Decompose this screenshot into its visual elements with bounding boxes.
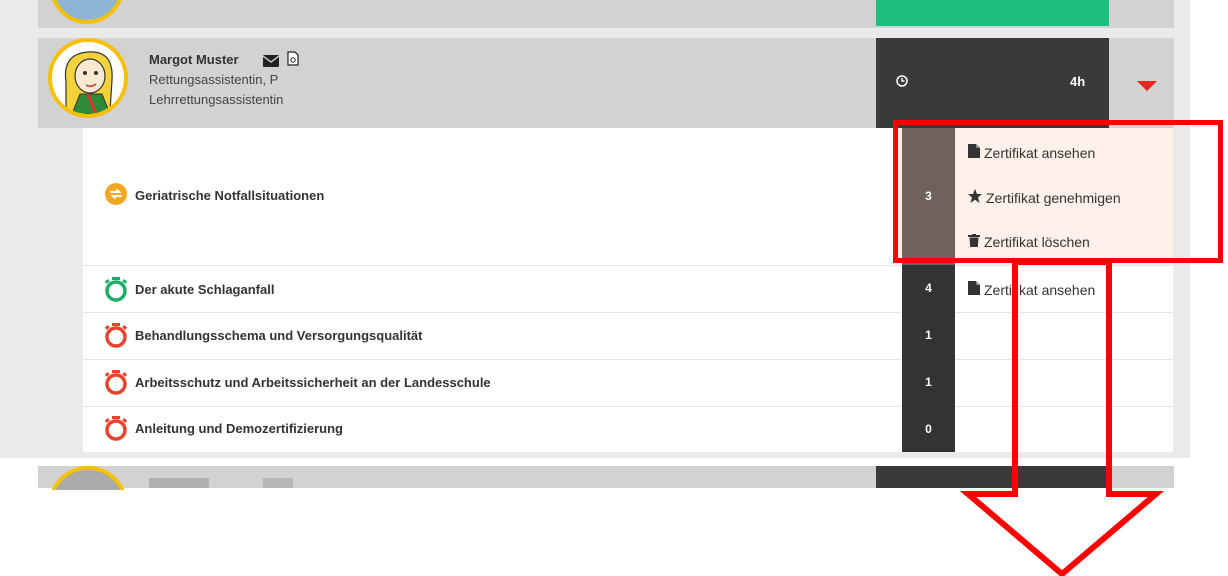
annotation-arrow xyxy=(959,259,1165,576)
